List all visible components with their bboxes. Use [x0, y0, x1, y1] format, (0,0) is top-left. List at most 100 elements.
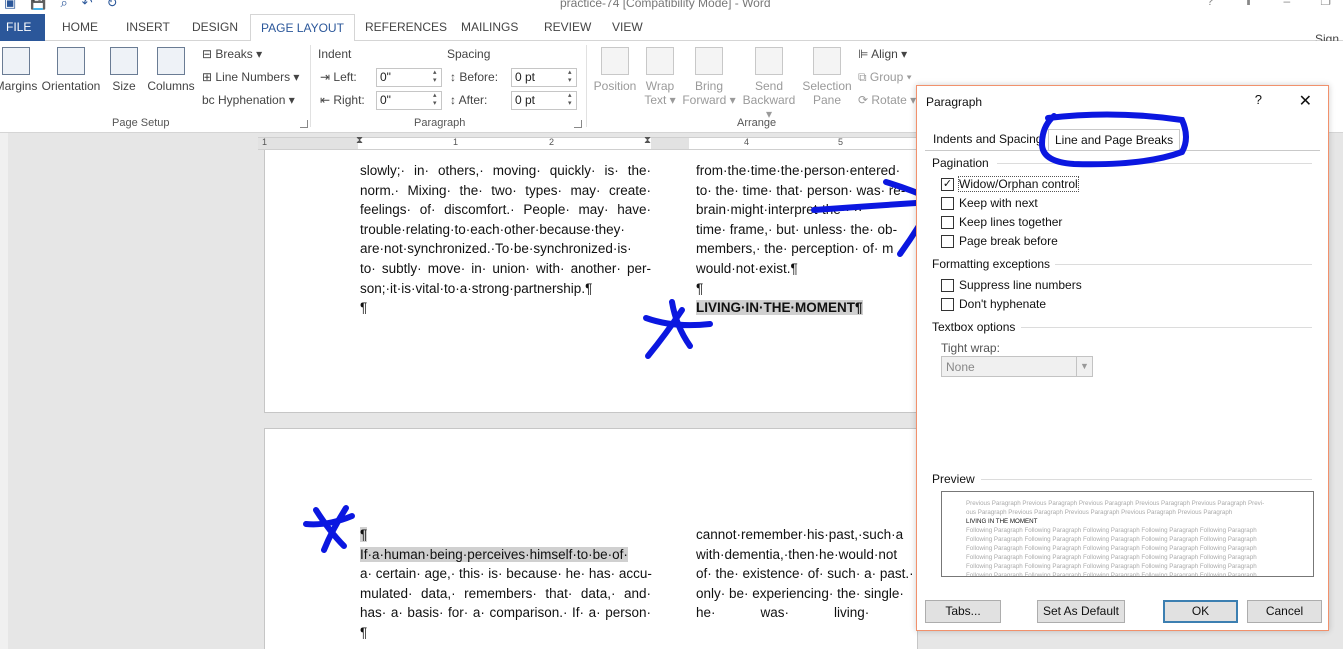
selected-paragraph-start: If·a·human·being·perceives·himself·to·be… [360, 546, 628, 562]
orientation-button[interactable]: Orientation [40, 47, 102, 93]
keep-lines-together-checkbox[interactable]: Keep lines together [941, 215, 1062, 229]
orientation-icon [57, 47, 85, 75]
pagination-label: Pagination [932, 156, 989, 170]
tab-file[interactable]: FILE [0, 14, 45, 41]
page2-column-2: cannot·remember·his·past,·such·a with·de… [696, 527, 914, 621]
bring-forward-button[interactable]: Bring Forward ▾ [682, 47, 736, 107]
spacing-after-input[interactable]: 0 pt [511, 91, 577, 110]
asterisk-annotation-icon [643, 299, 713, 359]
minimize-icon[interactable]: – [1284, 0, 1291, 8]
indent-label: Indent [318, 47, 352, 61]
window-title: practice-74 [Compatibility Mode] - Word [560, 0, 771, 10]
paragraph-preview: Previous Paragraph Previous Paragraph Pr… [941, 491, 1314, 577]
position-button[interactable]: Position [592, 47, 638, 107]
page1-column-1: slowly;· in· others,· moving· quickly· i… [360, 163, 651, 316]
size-icon [110, 47, 138, 75]
dont-hyphenate-checkbox[interactable]: Don't hyphenate [941, 297, 1046, 311]
tab-references[interactable]: REFERENCES [365, 14, 447, 41]
restore-icon[interactable]: ❐ [1320, 0, 1331, 8]
word-icon[interactable]: ▣ [4, 0, 16, 11]
tabs-button[interactable]: Tabs... [925, 600, 1001, 623]
tab-mailings[interactable]: MAILINGS [461, 14, 518, 41]
tight-wrap-select[interactable]: None ▼ [941, 356, 1093, 377]
column-marker-icon[interactable]: ⧗ [644, 135, 651, 146]
spacing-after-icon: ↕ [450, 93, 459, 107]
spacing-before-label: ↕ Before: [450, 70, 499, 84]
tab-view[interactable]: VIEW [612, 14, 643, 41]
selection-pane-button[interactable]: Selection Pane [800, 47, 854, 107]
title-bar: ▣ 💾 ⌕ ↶ ↻ practice-74 [Compatibility Mod… [0, 0, 1343, 14]
wrap-text-icon [646, 47, 674, 75]
quick-access-toolbar: ▣ 💾 ⌕ ↶ ↻ [0, 0, 118, 11]
columns-button[interactable]: Columns [145, 47, 197, 93]
page2-column-1: ¶ If·a·human·being·perceives·himself·to·… [360, 527, 652, 640]
rotate-icon: ⟳ [858, 93, 872, 107]
group-divider [310, 45, 311, 127]
group-button[interactable]: ⧉ Group ▾ [858, 70, 912, 85]
dialog-title: Paragraph [926, 95, 983, 109]
indent-left-input[interactable]: 0" [376, 68, 442, 87]
horizontal-ruler[interactable]: 1 1 2 4 5 ⧗ ⧗ [258, 135, 918, 150]
tab-insert[interactable]: INSERT [126, 14, 170, 41]
help-icon[interactable]: ? [1207, 0, 1214, 8]
tab-review[interactable]: REVIEW [544, 14, 591, 41]
suppress-line-numbers-checkbox[interactable]: Suppress line numbers [941, 278, 1082, 292]
living-in-the-moment-heading: LIVING·IN·THE·MOMENT¶ [696, 300, 863, 316]
spacing-before-input[interactable]: 0 pt [511, 68, 577, 87]
cancel-button[interactable]: Cancel [1247, 600, 1322, 623]
paragraph-launcher-icon[interactable] [574, 120, 582, 128]
group-icon: ⧉ [858, 70, 870, 84]
breaks-button[interactable]: ⊟ Breaks ▾ [202, 47, 262, 61]
ribbon-tabs: FILE HOME INSERT DESIGN PAGE LAYOUT REFE… [0, 14, 1343, 46]
align-button[interactable]: ⊫ Align ▾ [858, 47, 907, 61]
close-icon[interactable]: ✕ [1299, 91, 1312, 111]
left-margin-strip [0, 133, 8, 649]
paragraph-group-label: Paragraph [414, 117, 466, 129]
tab-indents-and-spacing[interactable]: Indents and Spacing [927, 129, 1048, 151]
align-icon: ⊫ [858, 47, 872, 61]
margins-button[interactable]: Margins [0, 47, 38, 93]
selection-pane-icon [813, 47, 841, 75]
circle-annotation-icon [1038, 111, 1189, 168]
set-as-default-button[interactable]: Set As Default [1037, 600, 1125, 623]
save-icon[interactable]: 💾 [30, 0, 46, 11]
indent-right-label: ⇤ Right: [320, 93, 365, 107]
print-preview-icon[interactable]: ⌕ [60, 0, 67, 11]
page-setup-launcher-icon[interactable] [300, 120, 308, 128]
group-divider [586, 45, 587, 127]
hyphenation-icon: bc [202, 93, 219, 107]
line-numbers-button[interactable]: ⊞ Line Numbers ▾ [202, 70, 299, 84]
spacing-after-label: ↕ After: [450, 93, 488, 107]
size-button[interactable]: Size [108, 47, 140, 93]
keep-with-next-checkbox[interactable]: Keep with next [941, 196, 1038, 210]
spacing-label: Spacing [447, 47, 491, 61]
widow-orphan-checkbox[interactable]: ✓ Widow/Orphan control [941, 176, 1079, 192]
checkmark-icon: ✓ [941, 177, 954, 191]
wrap-text-button[interactable]: Wrap Text ▾ [642, 47, 678, 107]
ribbon-display-icon[interactable]: ⬆ [1243, 0, 1253, 8]
hyphenation-button[interactable]: bc Hyphenation ▾ [202, 93, 295, 107]
send-backward-icon [755, 47, 783, 75]
asterisk-annotation-icon [303, 505, 355, 553]
tab-home[interactable]: HOME [62, 14, 98, 41]
tab-page-layout[interactable]: PAGE LAYOUT [250, 14, 355, 42]
preview-label: Preview [932, 472, 975, 486]
position-icon [601, 47, 629, 75]
chevron-down-icon: ▼ [1076, 357, 1092, 376]
page-break-before-checkbox[interactable]: Page break before [941, 234, 1058, 248]
page-setup-group-label: Page Setup [112, 117, 170, 129]
indent-right-input[interactable]: 0" [376, 91, 442, 110]
redo-icon[interactable]: ↻ [107, 0, 118, 11]
rotate-button[interactable]: ⟳ Rotate ▾ [858, 93, 916, 107]
breaks-icon: ⊟ [202, 47, 216, 61]
ok-button[interactable]: OK [1163, 600, 1238, 623]
indent-marker-icon[interactable]: ⧗ [356, 135, 363, 146]
tab-design[interactable]: DESIGN [192, 14, 238, 41]
undo-icon[interactable]: ↶ [82, 0, 93, 11]
window-controls: ? ⬆ – ❐ [1207, 0, 1331, 8]
formatting-exceptions-label: Formatting exceptions [932, 257, 1051, 271]
line-numbers-icon: ⊞ [202, 70, 216, 84]
help-icon[interactable]: ? [1255, 92, 1262, 107]
arrange-group-label: Arrange [737, 117, 777, 129]
send-backward-button[interactable]: Send Backward ▾ [740, 47, 798, 121]
